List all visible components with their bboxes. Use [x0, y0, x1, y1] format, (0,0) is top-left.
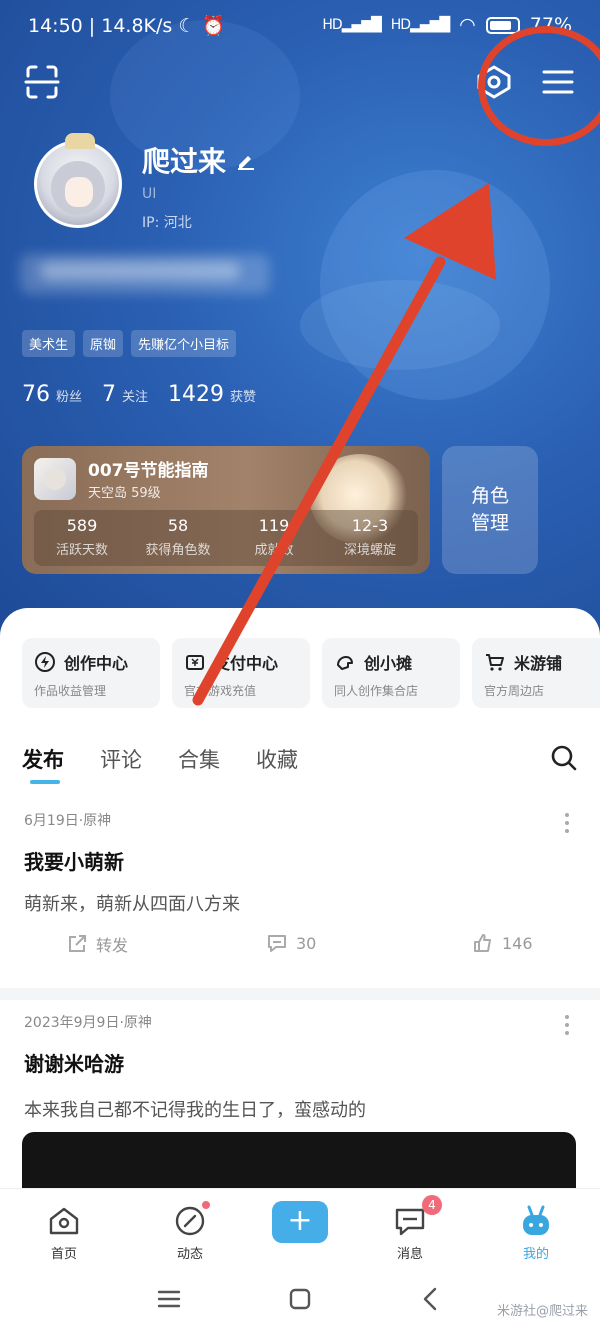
followers-count[interactable]: 76 — [22, 382, 50, 407]
post-card[interactable]: 6月19日·原神 我要小萌新 萌新来，萌新从四面八方来 转发 30 146 — [0, 798, 600, 978]
game-stat: 119 成就数 — [254, 516, 294, 558]
content-panel: 创作中心 作品收益管理 支付中心 官方游戏充值 创小摊 同人创作集合店 米游铺 … — [0, 608, 600, 1188]
comment-button[interactable]: 30 — [266, 932, 316, 954]
game-stats: 589 活跃天数 58 获得角色数 119 成就数 12-3 深境螺旋 — [34, 510, 418, 566]
game-stat: 12-3 深境螺旋 — [343, 516, 396, 558]
signal-icon: HD▂▄▆█ — [322, 17, 381, 33]
compass-icon — [175, 1206, 205, 1236]
followers-label[interactable]: 粉丝 — [56, 386, 82, 405]
game-stat: 58 获得角色数 — [145, 516, 211, 558]
creator-stall-button[interactable]: 创小摊 同人创作集合店 — [322, 638, 460, 708]
thumbs-up-icon — [474, 934, 491, 952]
nav-messages[interactable]: 4 消息 — [370, 1195, 450, 1262]
divider — [0, 988, 600, 1000]
nav-home[interactable]: 首页 — [24, 1203, 104, 1262]
system-back-icon[interactable] — [418, 1286, 444, 1312]
game-record-card[interactable]: 007号节能指南 天空岛 59级 589 活跃天数 58 获得角色数 119 成就数 … — [22, 446, 430, 574]
search-icon[interactable] — [550, 744, 578, 772]
wallet-icon — [186, 655, 204, 670]
message-badge: 4 — [422, 1195, 442, 1215]
hand-icon — [337, 656, 353, 670]
likes-count[interactable]: 1429 — [168, 382, 224, 407]
post-card[interactable]: 2023年9月9日·原神 谢谢米哈游 本来我自己都不记得我的生日了，蛮感动的 — [0, 1000, 600, 1188]
cart-icon — [486, 654, 504, 671]
likes-label[interactable]: 获赞 — [230, 386, 256, 405]
post-meta: 6月19日·原神 — [24, 813, 112, 829]
profile-stats: 76 粉丝 7 关注 1429 获赞 — [22, 382, 276, 407]
battery-icon — [485, 16, 520, 34]
nickname: 爬过来 — [142, 140, 256, 180]
notification-dot — [202, 1201, 210, 1209]
uid-label: UI — [142, 186, 157, 202]
create-post-button[interactable]: + — [272, 1201, 328, 1243]
post-body: 本来我自己都不记得我的生日了，蛮感动的 — [24, 1100, 366, 1121]
nav-me[interactable]: 我的 — [496, 1203, 576, 1262]
home-icon — [49, 1207, 79, 1235]
tab-comments[interactable]: 评论 — [100, 744, 142, 774]
more-options-icon[interactable] — [564, 812, 570, 834]
edit-pen-icon[interactable] — [236, 150, 256, 170]
system-home-icon[interactable] — [287, 1286, 313, 1312]
ip-label: IP: 河北 — [142, 215, 192, 231]
lightning-icon — [35, 652, 55, 672]
like-button[interactable]: 146 — [472, 932, 533, 954]
payment-center-button[interactable]: 支付中心 官方游戏充值 — [172, 638, 310, 708]
share-button[interactable]: 转发 — [66, 932, 128, 956]
profile-tags: 美术生 原铷 先赚亿个小目标 — [22, 330, 237, 357]
game-server-level: 天空岛 59级 — [88, 486, 161, 501]
game-stat: 589 活跃天数 — [55, 516, 108, 558]
nav-feed[interactable]: 动态 — [150, 1201, 230, 1262]
profile-tag: 原铷 — [83, 330, 124, 357]
wifi-icon: ◠ — [459, 14, 476, 36]
mihoyo-shop-button[interactable]: 米游铺 官方周边店 — [472, 638, 600, 708]
following-label[interactable]: 关注 — [122, 386, 148, 405]
share-icon — [69, 935, 86, 952]
system-menu-icon[interactable] — [156, 1286, 182, 1312]
profile-tag: 先赚亿个小目标 — [131, 330, 237, 357]
background-decoration — [300, 280, 500, 370]
post-title: 我要小萌新 — [24, 850, 124, 874]
profile-tag: 美术生 — [22, 330, 76, 357]
watermark: 米游社@爬过来 — [496, 1304, 588, 1319]
tab-collections[interactable]: 合集 — [178, 744, 220, 774]
status-time: 14:50 | 14.8K/s ☾ ⏰ — [28, 15, 226, 37]
service-shortcuts: 创作中心 作品收益管理 支付中心 官方游戏充值 创小摊 同人创作集合店 米游铺 … — [22, 638, 600, 708]
comment-icon — [268, 935, 286, 952]
post-body: 萌新来，萌新从四面八方来 — [24, 894, 240, 915]
post-title: 谢谢米哈游 — [24, 1052, 124, 1076]
content-tabs: 发布 评论 合集 收藏 — [22, 744, 578, 784]
avatar[interactable] — [34, 133, 122, 228]
creator-center-button[interactable]: 创作中心 作品收益管理 — [22, 638, 160, 708]
scan-icon[interactable] — [22, 62, 62, 102]
bottom-navigation: 首页 动态 + 4 消息 我的 — [0, 1188, 600, 1264]
post-media-thumbnail[interactable] — [22, 1132, 576, 1188]
following-count[interactable]: 7 — [102, 382, 116, 407]
rabbit-icon — [523, 1205, 549, 1235]
post-meta: 2023年9月9日·原神 — [24, 1015, 152, 1031]
system-navigation-bar: 米游社@爬过来 — [0, 1264, 600, 1333]
game-avatar — [34, 458, 76, 500]
post-actions: 转发 30 146 — [0, 932, 600, 964]
role-management-button[interactable]: 角色 管理 — [442, 446, 538, 574]
tab-posts[interactable]: 发布 — [22, 744, 64, 784]
signal-icon: HD▂▄▆█ — [390, 17, 450, 33]
more-options-icon[interactable] — [564, 1014, 570, 1036]
game-character-name: 007号节能指南 — [88, 461, 209, 481]
tab-favorites[interactable]: 收藏 — [256, 744, 298, 774]
blurred-bio — [40, 262, 240, 280]
